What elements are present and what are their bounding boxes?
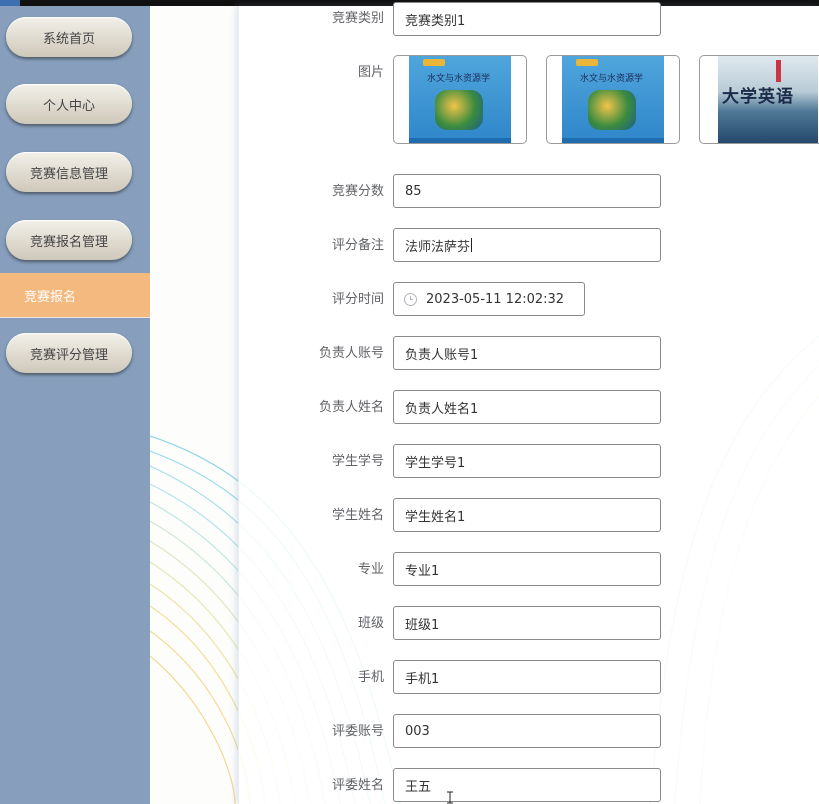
leader-account-label: 负责人账号 (318, 346, 384, 361)
phone-label: 手机 (357, 670, 384, 685)
book-cover-2: 水文与水资源学 (562, 56, 664, 143)
book-cover-3: 大学英语 (718, 56, 818, 143)
student-no-value: 学生学号1 (405, 455, 466, 471)
category-label: 竞赛类别 (331, 11, 384, 26)
cover-lighthouse (776, 60, 781, 82)
remark-value: 法师法萨芬 (405, 239, 471, 255)
student-name-input[interactable]: 学生姓名1 (393, 498, 661, 532)
class-input[interactable]: 班级1 (393, 606, 661, 640)
cover-graphic (435, 90, 483, 130)
clock-icon (404, 292, 417, 306)
score-time-label: 评分时间 (331, 292, 384, 307)
judge-account-label: 评委账号 (331, 724, 384, 739)
sidebar-item-competition-info[interactable]: 竞赛信息管理 (6, 152, 132, 192)
sidebar-item-home[interactable]: 系统首页 (6, 17, 132, 57)
image-thumbnail-1[interactable]: 水文与水资源学 (393, 55, 527, 144)
sidebar-item-registration-management[interactable]: 竞赛报名管理 (6, 220, 132, 260)
score-time-picker[interactable]: 2023-05-11 12:02:32 (393, 282, 585, 316)
student-no-input[interactable]: 学生学号1 (393, 444, 661, 478)
remark-input[interactable]: 法师法萨芬 (393, 228, 661, 262)
student-name-value: 学生姓名1 (405, 509, 466, 525)
judge-account-input[interactable]: 003 (393, 714, 661, 748)
cover-badge (576, 59, 598, 66)
judge-name-value: 王五 (405, 779, 432, 795)
image-label: 图片 (357, 65, 384, 80)
leader-account-value: 负责人账号1 (405, 347, 479, 363)
score-label: 竞赛分数 (331, 184, 384, 199)
cover-badge (423, 59, 445, 66)
book-cover-2-title: 水文与水资源学 (580, 74, 644, 84)
judge-account-value: 003 (405, 723, 430, 739)
text-caret (471, 238, 473, 252)
leader-name-label: 负责人姓名 (318, 400, 384, 415)
leader-name-input[interactable]: 负责人姓名1 (393, 390, 661, 424)
major-input[interactable]: 专业1 (393, 552, 661, 586)
major-value: 专业1 (405, 563, 440, 579)
book-cover-1: 水文与水资源学 (409, 56, 511, 143)
cover-stripe (409, 138, 511, 143)
category-input[interactable]: 竞赛类别1 (393, 2, 661, 36)
student-name-label: 学生姓名 (331, 508, 384, 523)
cover-graphic (588, 90, 636, 130)
remark-label: 评分备注 (331, 238, 384, 253)
major-label: 专业 (357, 562, 384, 577)
class-value: 班级1 (405, 617, 440, 633)
sidebar-item-registration[interactable]: 竞赛报名 (0, 273, 150, 318)
phone-input[interactable]: 手机1 (393, 660, 661, 694)
sidebar (0, 6, 150, 804)
image-thumbnail-2[interactable]: 水文与水资源学 (546, 55, 680, 144)
image-thumbnail-3[interactable]: 大学英语 (699, 55, 819, 144)
book-cover-1-title: 水文与水资源学 (427, 74, 491, 84)
score-value: 85 (405, 183, 422, 199)
cover-stripe (562, 138, 664, 143)
category-value: 竞赛类别1 (405, 13, 466, 29)
class-label: 班级 (357, 616, 384, 631)
leader-account-input[interactable]: 负责人账号1 (393, 336, 661, 370)
sidebar-item-personal-center[interactable]: 个人中心 (6, 84, 132, 124)
sidebar-item-scoring-management[interactable]: 竞赛评分管理 (6, 333, 132, 373)
book-cover-3-title: 大学英语 (722, 87, 794, 107)
score-input[interactable]: 85 (393, 174, 661, 208)
judge-name-label: 评委姓名 (331, 778, 384, 793)
leader-name-value: 负责人姓名1 (405, 401, 479, 417)
text-cursor-icon (447, 791, 453, 804)
phone-value: 手机1 (405, 671, 440, 687)
student-no-label: 学生学号 (331, 454, 384, 469)
judge-name-input[interactable]: 王五 (393, 768, 661, 802)
score-time-value: 2023-05-11 12:02:32 (426, 291, 565, 307)
